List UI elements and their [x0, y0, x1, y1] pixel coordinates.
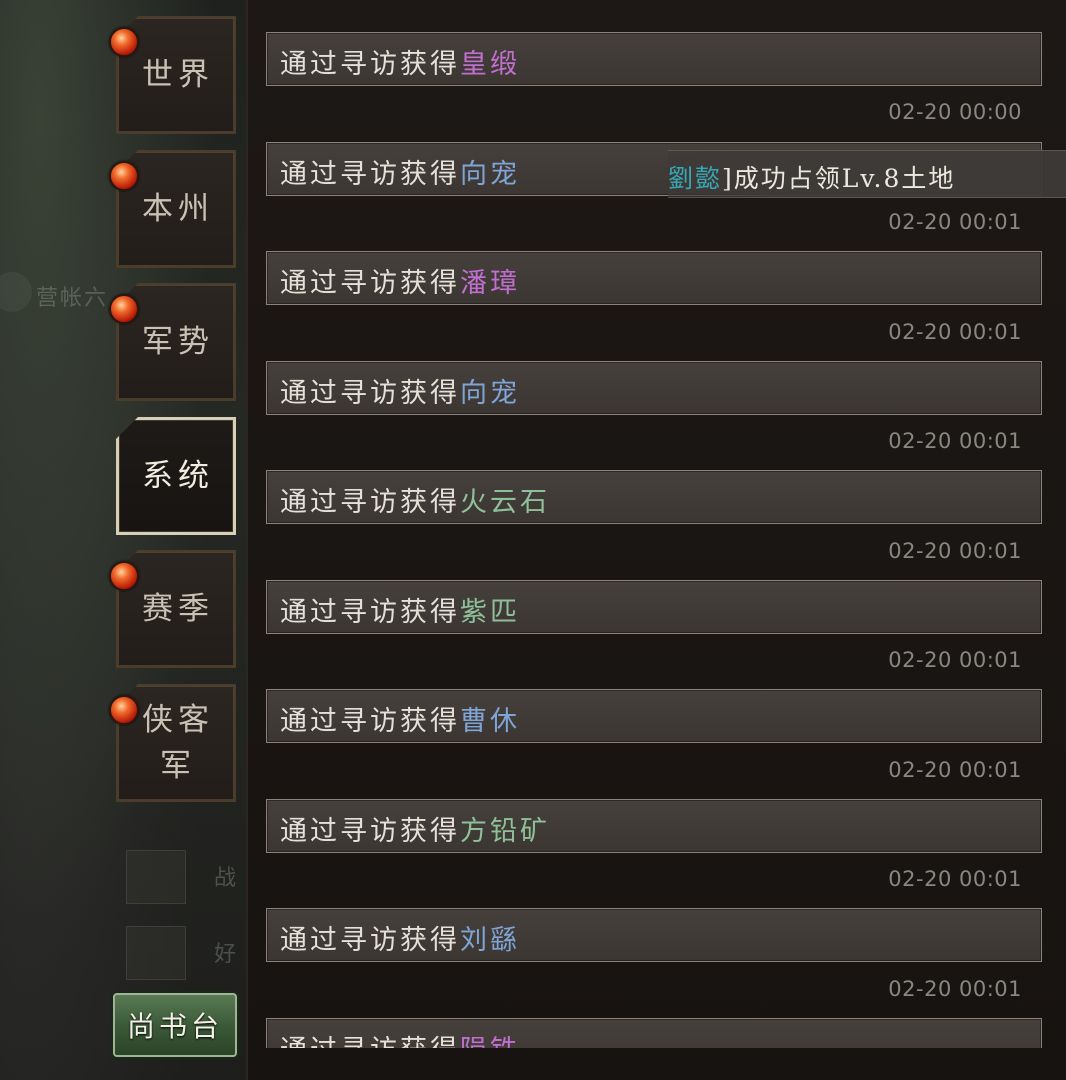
message-timestamp: 02-20 00:01	[888, 977, 1022, 1001]
list-item: 通过寻访获得皇缎	[266, 32, 1042, 86]
player-name[interactable]: 劉㦤	[668, 164, 722, 193]
camp-marker-icon	[0, 272, 32, 312]
notification-badge-icon	[109, 695, 139, 725]
message-timestamp: 02-20 00:01	[888, 210, 1022, 234]
message-item-name[interactable]: 潘璋	[460, 268, 520, 299]
notification-badge-icon	[109, 161, 139, 191]
shangshu-label: 尚书台	[126, 1010, 223, 1043]
list-item: 通过寻访获得曹休	[266, 689, 1042, 743]
list-item: 通过寻访获得陨铁	[266, 1018, 1042, 1048]
message-item-name[interactable]: 向宠	[460, 159, 520, 190]
camp-label: 营帐六	[36, 286, 109, 311]
notification-badge-icon	[109, 561, 139, 591]
message-item-name[interactable]: 曹休	[460, 706, 520, 737]
message-prefix: 通过寻访获得	[280, 706, 460, 737]
list-item: 通过寻访获得刘繇	[266, 908, 1042, 962]
message-prefix: 通过寻访获得	[280, 925, 460, 956]
battle-label: 战	[214, 866, 239, 891]
message-prefix: 通过寻访获得	[280, 159, 460, 190]
message-prefix: 通过寻访获得	[280, 597, 460, 628]
shangshu-button[interactable]: 尚书台	[113, 993, 237, 1057]
list-item: 通过寻访获得向宠	[266, 361, 1042, 415]
message-item-name[interactable]: 向宠	[460, 378, 520, 409]
message-item-name[interactable]: 方铅矿	[460, 816, 550, 847]
message-timestamp: 02-20 00:01	[888, 648, 1022, 672]
tab-label: 系统	[142, 458, 214, 494]
message-item-name[interactable]: 紫匹	[460, 597, 520, 628]
chat-screen: 营帐六 战 好 世界 本州 军势 系统 赛季 侠客 军 尚书台 通过寻访获得皇缎…	[0, 0, 1066, 1080]
message-timestamp: 02-20 00:01	[888, 867, 1022, 891]
notification-badge-icon	[109, 294, 139, 324]
message-prefix: 通过寻访获得	[280, 378, 460, 409]
list-item: 通过寻访获得方铅矿	[266, 799, 1042, 853]
message-timestamp: 02-20 00:01	[888, 320, 1022, 344]
message-item-name[interactable]: 陨铁	[460, 1035, 520, 1048]
battle-icon	[126, 850, 186, 904]
list-item: 通过寻访获得紫匹	[266, 580, 1042, 634]
tab-system[interactable]: 系统	[116, 417, 236, 535]
message-item-name[interactable]: 刘繇	[460, 925, 520, 956]
message-item-name[interactable]: 火云石	[460, 487, 550, 518]
message-timestamp: 02-20 00:01	[888, 429, 1022, 453]
message-timestamp: 02-20 00:01	[888, 539, 1022, 563]
message-timestamp: 02-20 00:01	[888, 758, 1022, 782]
occupation-notification: 劉㦤]成功占领Lv.8土地	[668, 150, 1066, 198]
message-item-name[interactable]: 皇缎	[460, 49, 520, 80]
notification-badge-icon	[109, 27, 139, 57]
message-prefix: 通过寻访获得	[280, 1035, 460, 1048]
message-prefix: 通过寻访获得	[280, 49, 460, 80]
message-prefix: 通过寻访获得	[280, 487, 460, 518]
list-item: 通过寻访获得潘璋	[266, 251, 1042, 305]
message-prefix: 通过寻访获得	[280, 268, 460, 299]
notification-text: ]成功占领Lv.8土地	[722, 164, 956, 193]
friends-label: 好	[214, 942, 239, 967]
friends-icon	[126, 926, 186, 980]
message-prefix: 通过寻访获得	[280, 816, 460, 847]
list-item: 通过寻访获得火云石	[266, 470, 1042, 524]
message-timestamp: 02-20 00:00	[888, 100, 1022, 124]
